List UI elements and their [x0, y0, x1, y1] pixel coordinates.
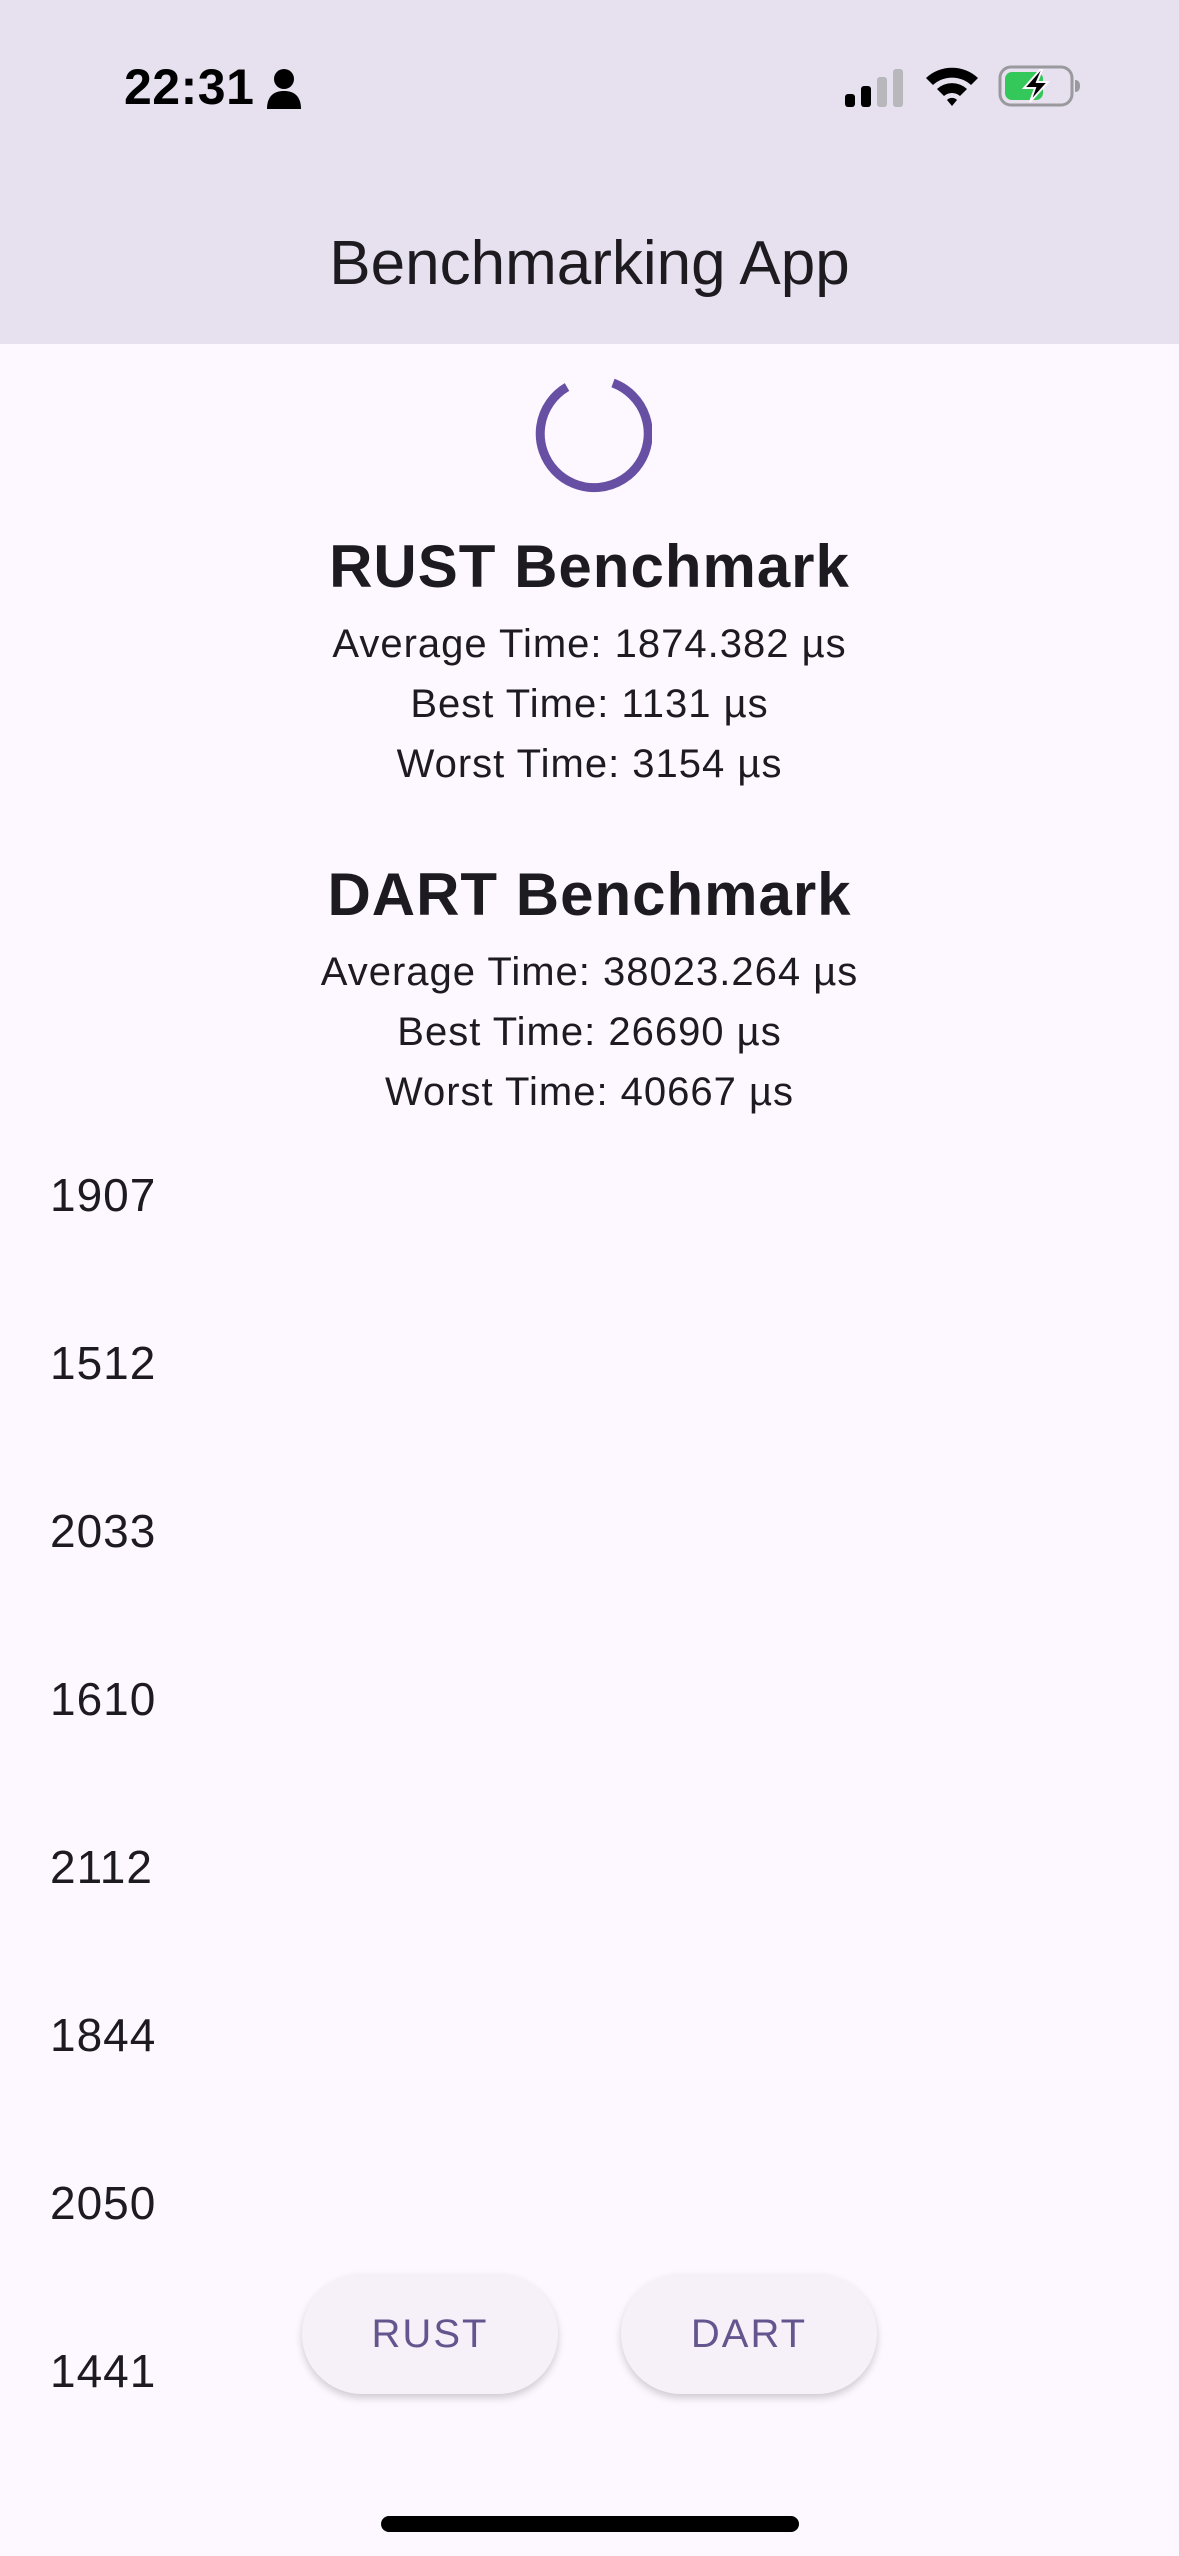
- person-icon: [267, 69, 301, 109]
- battery-charging-icon: [998, 65, 1080, 107]
- rust-benchmark-title: RUST Benchmark: [329, 533, 850, 600]
- status-time: 22:31: [124, 59, 255, 115]
- dart-average-time: Average Time: 38023.264 µs: [320, 950, 859, 994]
- wifi-icon: [926, 67, 978, 106]
- list-item: 1844: [50, 2009, 157, 2061]
- list-item: 1610: [50, 1673, 157, 1725]
- app-bar: Benchmarking App: [0, 176, 1179, 344]
- list-item: 1512: [50, 1337, 157, 1389]
- rust-best-time: Best Time: 1131 µs: [410, 682, 769, 726]
- dart-best-time: Best Time: 26690 µs: [397, 1010, 782, 1054]
- dart-benchmark-section: DART Benchmark Average Time: 38023.264 µ…: [0, 860, 1179, 1122]
- list-item: 2112: [50, 1841, 153, 1893]
- list-item: 1907: [50, 1169, 157, 1221]
- list-item: 2033: [50, 1505, 157, 1557]
- cellular-signal-icon: [845, 69, 903, 107]
- status-bar: 22:31: [0, 0, 1179, 176]
- dart-worst-time: Worst Time: 40667 µs: [384, 1070, 795, 1114]
- rust-benchmark-section: RUST Benchmark Average Time: 1874.382 µs…: [0, 532, 1179, 794]
- rust-worst-time: Worst Time: 3154 µs: [396, 742, 783, 786]
- circular-progress-icon: [535, 378, 652, 493]
- app-title: Benchmarking App: [329, 229, 850, 298]
- dart-button[interactable]: DART: [621, 2274, 877, 2394]
- rust-button[interactable]: RUST: [302, 2274, 558, 2394]
- home-indicator[interactable]: [381, 2516, 799, 2532]
- dart-benchmark-title: DART Benchmark: [327, 861, 852, 928]
- rust-average-time: Average Time: 1874.382 µs: [332, 622, 847, 666]
